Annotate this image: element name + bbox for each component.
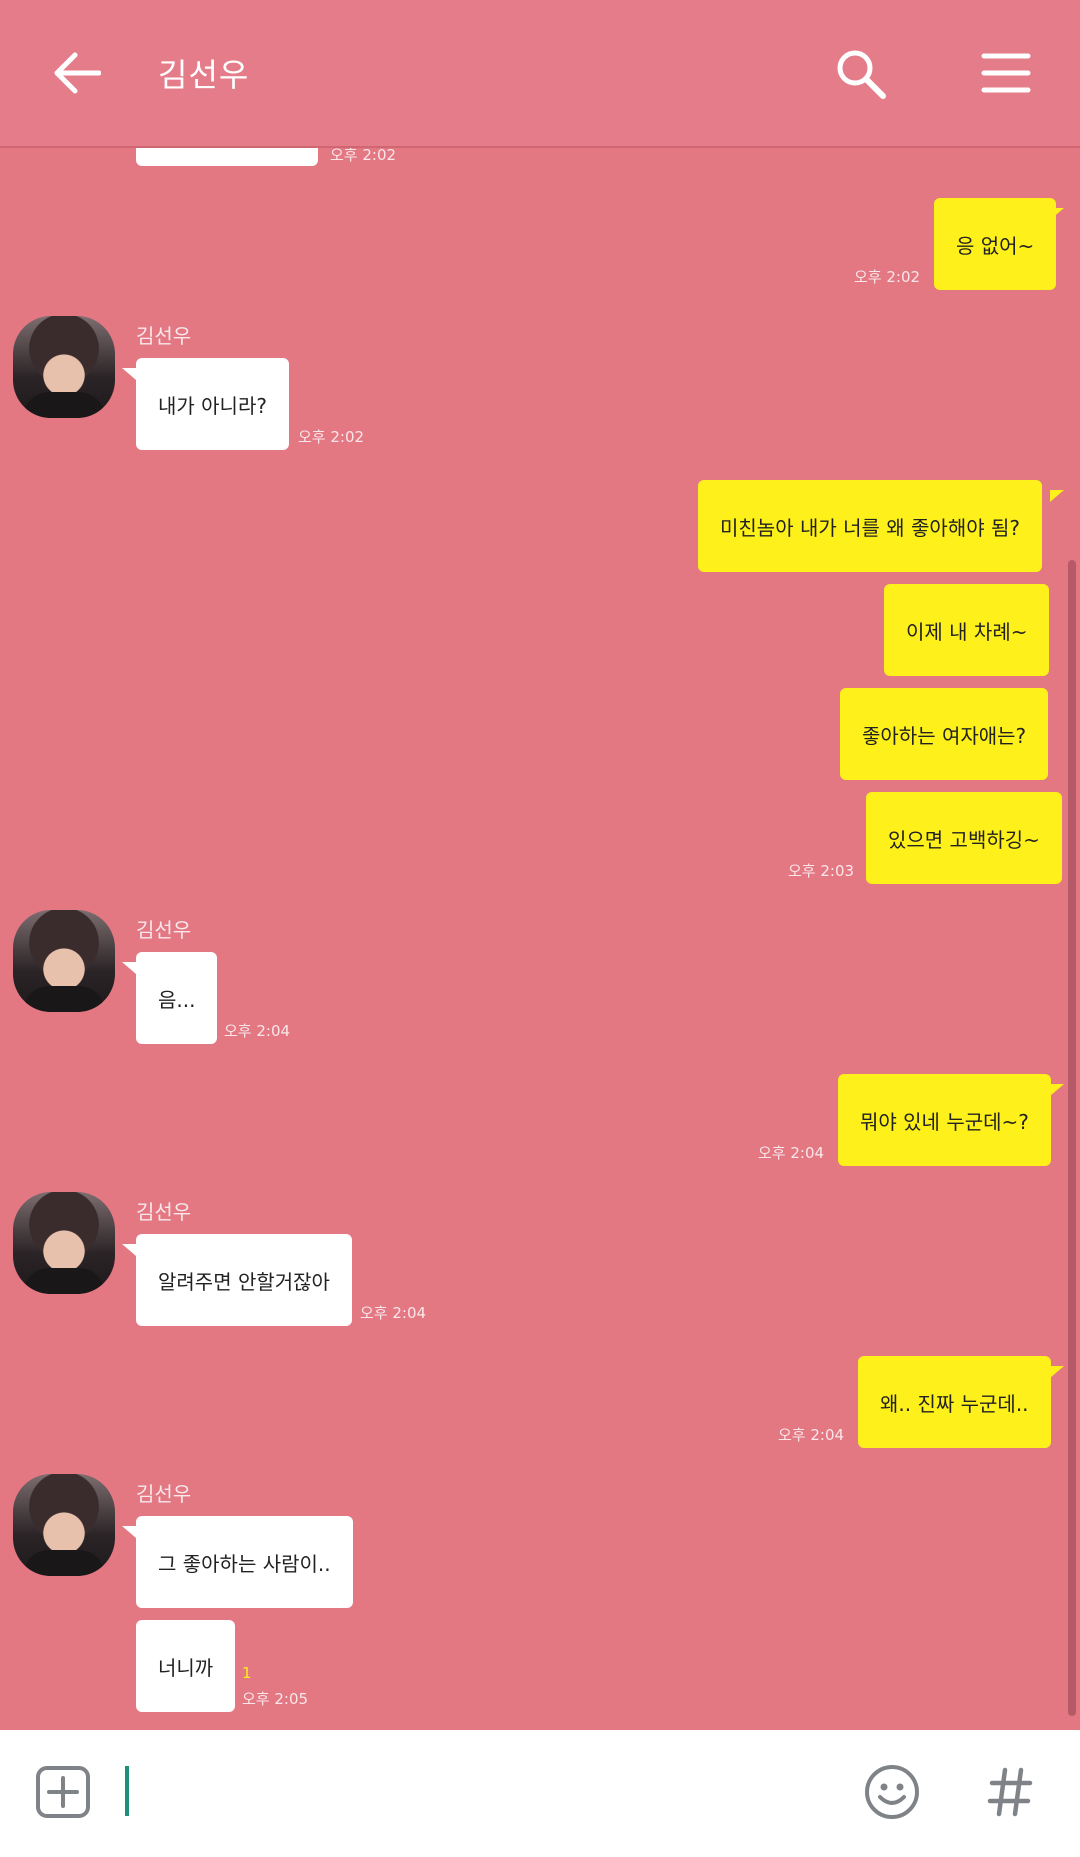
message-text: 뭐야 있네 누군데~? — [860, 1109, 1029, 1134]
arrow-left-icon — [54, 52, 101, 94]
back-button[interactable] — [48, 48, 104, 98]
message-text: 응 없어~ — [956, 233, 1035, 258]
message-text: 미친놈아 내가 너를 왜 좋아해야 됨? — [720, 515, 1021, 540]
bubble-tail — [122, 1526, 136, 1538]
message-bubble-me[interactable]: 있으면 고백하깅~ — [866, 792, 1062, 884]
message-time: 오후 2:04 — [224, 1022, 291, 1040]
message-bubble-me[interactable]: 뭐야 있네 누군데~? — [838, 1074, 1051, 1166]
message-time: 오후 2:04 — [758, 1144, 825, 1162]
message-text: 음... — [158, 987, 196, 1012]
search-icon — [837, 50, 886, 99]
message-text: 알려주면 안할거잖아 — [158, 1269, 330, 1294]
sender-name: 김선우 — [136, 918, 192, 942]
add-button[interactable] — [34, 1764, 92, 1820]
message-bubble-other[interactable]: 너니까 — [136, 1620, 236, 1712]
smiley-icon — [865, 1765, 919, 1819]
message-time: 오후 2:03 — [788, 862, 855, 880]
message-list[interactable]: 오후 2:02 응 없어~ 오후 2:02 김선우 내가 아니라? 오후 2:0… — [0, 148, 1080, 1730]
message-bubble-other[interactable]: 그 좋아하는 사람이.. — [136, 1516, 353, 1608]
bubble-tail — [1050, 490, 1064, 502]
plus-square-icon — [36, 1766, 90, 1818]
hamburger-menu-icon — [981, 53, 1031, 93]
message-time: 오후 2:05 — [242, 1690, 309, 1708]
bubble-tail — [122, 1244, 136, 1256]
message-bubble-other[interactable]: 음... — [136, 952, 218, 1044]
message-bubble-other[interactable] — [136, 148, 318, 166]
message-bubble-other[interactable]: 내가 아니라? — [136, 358, 289, 450]
hash-icon — [987, 1767, 1033, 1817]
message-text: 그 좋아하는 사람이.. — [158, 1551, 331, 1576]
emoji-button[interactable] — [862, 1762, 922, 1822]
menu-button[interactable] — [978, 48, 1034, 98]
message-time: 오후 2:04 — [778, 1426, 845, 1444]
message-bubble-me[interactable]: 좋아하는 여자애는? — [840, 688, 1049, 780]
sender-name: 김선우 — [136, 1200, 192, 1224]
message-input[interactable] — [120, 1760, 820, 1822]
message-text: 좋아하는 여자애는? — [862, 723, 1027, 748]
message-bubble-me[interactable]: 왜.. 진짜 누군데.. — [858, 1356, 1051, 1448]
message-time: 오후 2:02 — [330, 148, 397, 164]
message-bubble-me[interactable]: 미친놈아 내가 너를 왜 좋아해야 됨? — [698, 480, 1043, 572]
message-time: 오후 2:02 — [854, 268, 921, 286]
message-time: 오후 2:04 — [360, 1304, 427, 1322]
message-text: 있으면 고백하깅~ — [888, 827, 1040, 852]
message-text: 왜.. 진짜 누군데.. — [880, 1391, 1029, 1416]
bubble-tail — [1050, 1084, 1064, 1096]
sender-name: 김선우 — [136, 324, 192, 348]
message-text: 이제 내 차례~ — [906, 619, 1028, 644]
bubble-tail — [122, 962, 136, 974]
avatar[interactable] — [13, 316, 115, 418]
input-bar — [0, 1730, 1080, 1857]
unread-count: 1 — [242, 1664, 252, 1682]
message-bubble-other[interactable]: 알려주면 안할거잖아 — [136, 1234, 352, 1326]
sender-name: 김선우 — [136, 1482, 192, 1506]
chat-header: 김선우 — [0, 0, 1080, 148]
message-text: 너니까 — [158, 1655, 214, 1680]
message-bubble-me[interactable]: 응 없어~ — [934, 198, 1057, 290]
avatar[interactable] — [13, 1474, 115, 1576]
hashtag-button[interactable] — [984, 1764, 1036, 1820]
message-text: 내가 아니라? — [158, 393, 267, 418]
bubble-tail — [122, 368, 136, 380]
message-bubble-me[interactable]: 이제 내 차례~ — [884, 584, 1050, 676]
chat-title: 김선우 — [158, 56, 250, 94]
text-cursor — [125, 1766, 129, 1816]
avatar[interactable] — [13, 1192, 115, 1294]
message-time: 오후 2:02 — [298, 428, 365, 446]
scrollbar[interactable] — [1068, 560, 1076, 1716]
search-button[interactable] — [830, 44, 892, 104]
avatar[interactable] — [13, 910, 115, 1012]
bubble-tail — [1050, 1366, 1064, 1378]
bubble-tail — [1050, 208, 1064, 220]
